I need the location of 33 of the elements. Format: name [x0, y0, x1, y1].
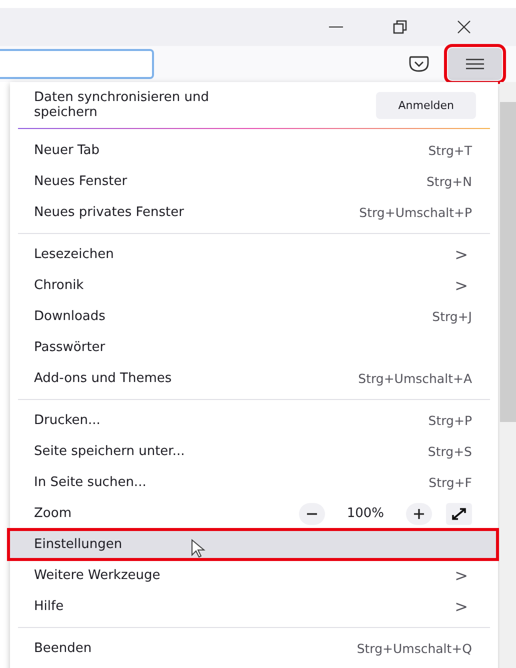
- menu-item[interactable]: Weitere Werkzeuge >: [10, 560, 498, 591]
- close-icon: [456, 19, 472, 35]
- address-field[interactable]: [0, 49, 154, 79]
- zoom-in-button[interactable]: [406, 502, 432, 524]
- menu-item[interactable]: Einstellungen: [8, 529, 498, 560]
- menu-item[interactable]: Downloads Strg+J: [10, 301, 498, 332]
- zoom-level[interactable]: 100%: [346, 506, 384, 521]
- menu-item[interactable]: Neuer Tab Strg+T: [10, 135, 498, 166]
- menu-item[interactable]: Neues privates Fenster Strg+Umschalt+P: [10, 197, 498, 228]
- fullscreen-button[interactable]: [446, 502, 472, 524]
- restore-icon: [392, 19, 408, 35]
- zoom-out-button[interactable]: [298, 502, 325, 524]
- menu-item[interactable]: Lesezeichen >: [10, 239, 498, 270]
- expand-icon: [451, 506, 467, 520]
- menu-item[interactable]: Drucken... Strg+P: [10, 405, 498, 436]
- menu-item[interactable]: Passwörter: [10, 332, 498, 363]
- zoom-label: Zoom: [34, 506, 72, 521]
- menu-item[interactable]: Beenden Strg+Umschalt+Q: [10, 633, 498, 664]
- menu-item[interactable]: Neues Fenster Strg+N: [10, 166, 498, 197]
- sync-text: Daten synchronisieren und speichern: [34, 90, 210, 120]
- menu-item[interactable]: Hilfe >: [10, 591, 498, 622]
- menu-item[interactable]: Chronik >: [10, 270, 498, 301]
- plus-icon: [412, 506, 426, 520]
- minimize-icon: [328, 26, 344, 28]
- menu-item[interactable]: Add-ons und Themes Strg+Umschalt+A: [10, 363, 498, 394]
- menu-button[interactable]: [448, 48, 502, 80]
- sign-in-button[interactable]: Anmelden: [376, 92, 476, 118]
- menu-item[interactable]: Seite speichern unter... Strg+S: [10, 436, 498, 467]
- minus-icon: [306, 512, 318, 514]
- pocket-icon[interactable]: [408, 55, 430, 73]
- menu-icon: [465, 58, 485, 70]
- menu-item[interactable]: In Seite suchen... Strg+F: [10, 467, 498, 498]
- scrollbar[interactable]: [500, 82, 516, 668]
